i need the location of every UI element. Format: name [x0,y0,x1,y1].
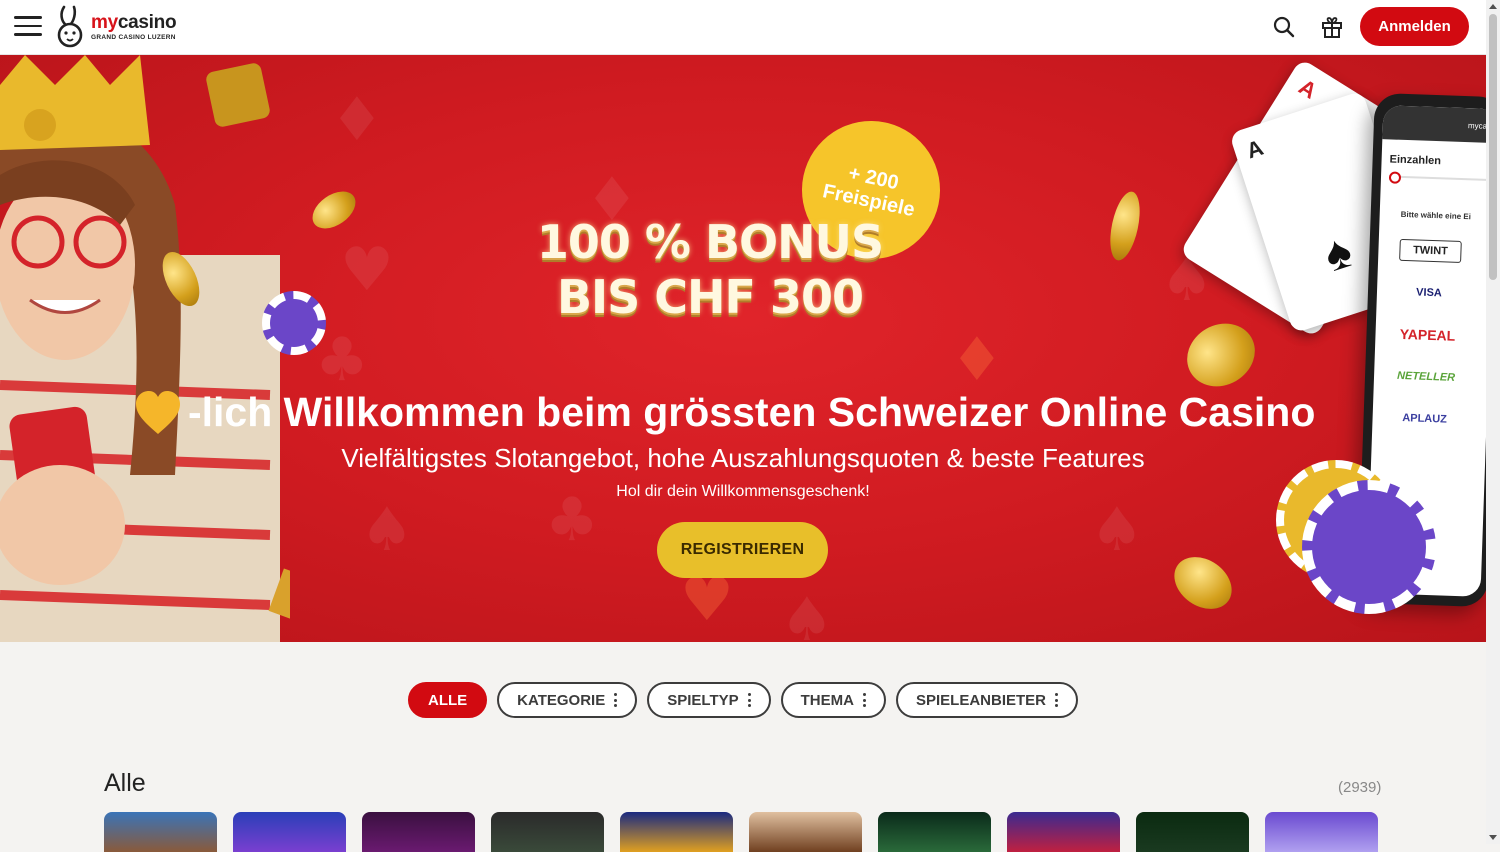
phone-progress [1388,175,1486,181]
welcome-heading: -lich Willkommen beim grössten Schweizer… [134,389,1315,436]
filter-category[interactable]: KATEGORIE [497,682,638,718]
page-scrollbar[interactable] [1486,0,1500,844]
phone-title: Einzahlen [1389,153,1442,168]
game-tile[interactable] [491,812,604,852]
heart-icon [136,390,180,434]
scroll-thumb[interactable] [1489,14,1497,280]
aplauz-logo: APLAUZ [1402,412,1448,426]
coin-decoration [1175,311,1267,399]
filter-theme[interactable]: THEMA [780,682,886,718]
brand-name-prefix: my [91,11,118,33]
game-tile[interactable] [1265,812,1378,852]
hero-subtext: Hol dir dein Willkommensgeschenk! [616,483,870,500]
brand-name-suffix: casino [117,11,177,33]
welcome-text: -lich Willkommen beim grössten Schweizer… [188,389,1316,435]
section-count: (2939) [1338,779,1382,796]
section-title: Alle [104,769,146,797]
filter-theme-label: THEMA [800,691,854,709]
filter-all[interactable]: ALLE [408,682,488,718]
diamond-decoration-icon: ♦ [950,325,1004,395]
search-icon[interactable] [1272,15,1296,39]
spade-decoration-icon: ♠ [360,495,414,565]
game-tile[interactable] [749,812,862,852]
logo[interactable]: mycasino GRAND CASINO LUZERN [54,5,177,49]
game-tile[interactable] [362,812,475,852]
bonus-headline-line-2: BIS CHF 300 [556,270,864,324]
coin-decoration [1164,546,1242,620]
filter-game-type[interactable]: SPIELTYP [647,682,771,718]
filter-game-type-label: SPIELTYP [667,691,739,709]
game-tile[interactable] [1136,812,1249,852]
filter-all-label: ALLE [428,691,468,709]
login-button[interactable]: Anmelden [1360,7,1469,46]
more-vertical-icon [747,692,751,708]
game-tile[interactable] [1007,812,1120,852]
dice-decoration [204,61,272,129]
game-tile[interactable] [104,812,217,852]
filter-category-label: KATEGORIE [517,691,606,709]
more-vertical-icon [862,692,866,708]
filter-provider[interactable]: SPIELEANBIETER [895,682,1078,718]
gift-icon[interactable] [1320,15,1344,39]
hamburger-menu-icon[interactable] [14,16,42,38]
hero-banner[interactable]: ♦ ♦ ♥ ♣ ♠ ♦ ♣ ♠ ♥ ♠ ♠ A ♥ [0,55,1486,642]
game-tile[interactable] [620,812,733,852]
neteller-logo: NETELLER [1396,369,1456,384]
top-header: mycasino GRAND CASINO LUZERN Anmelden [0,0,1486,55]
more-vertical-icon [614,692,618,708]
game-filter-bar: ALLE KATEGORIE SPIELTYP THEMA SPIELEANBI… [0,682,1486,718]
bonus-headline-line-1: 100 % BONUS [536,215,884,269]
brand-subtitle: GRAND CASINO LUZERN [91,33,176,41]
hero-subtitle: Vielfältigstes Slotangebot, hohe Auszahl… [341,443,1145,473]
brand-name: mycasino [91,11,177,33]
game-tile[interactable] [878,812,991,852]
scroll-down-arrow-icon[interactable] [1489,835,1497,840]
game-grid [104,812,1378,852]
diamond-decoration-icon: ♦ [330,85,384,155]
spade-decoration-icon: ♠ [780,585,834,642]
scroll-up-arrow-icon[interactable] [1489,4,1497,9]
filter-provider-label: SPIELEANBIETER [915,691,1046,709]
spade-decoration-icon: ♠ [1090,495,1144,565]
more-vertical-icon [1055,692,1058,708]
woman-illustration [0,55,290,642]
yapeal-logo: YAPEAL [1399,325,1456,344]
game-tile[interactable] [233,812,346,852]
register-button[interactable]: REGISTRIEREN [657,522,828,578]
phone-brand: mycasi [1382,105,1486,144]
rabbit-logo-icon [57,5,83,48]
